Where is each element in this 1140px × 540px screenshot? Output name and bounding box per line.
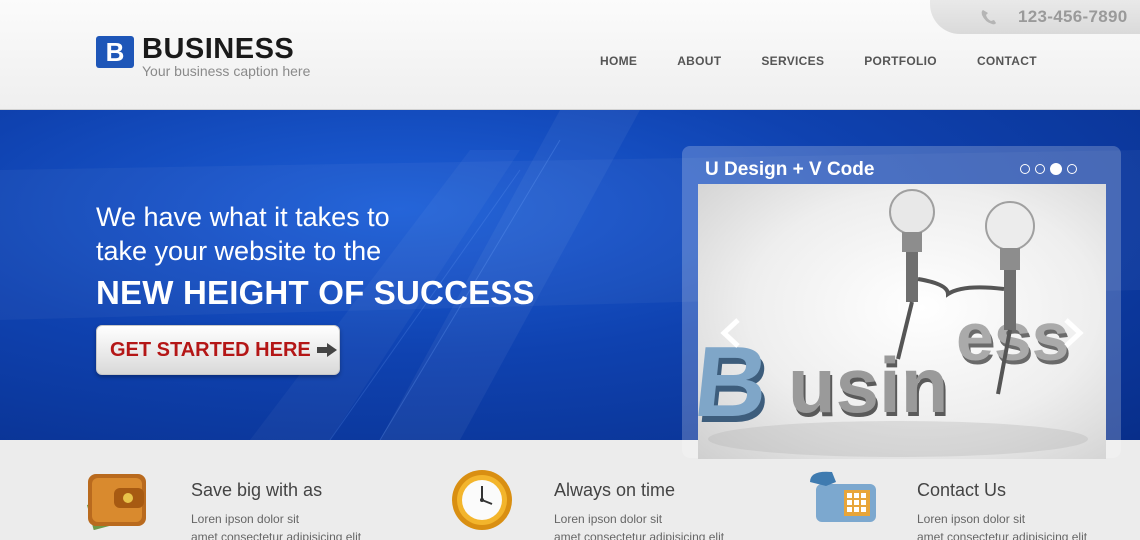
slider-dot-1[interactable] — [1020, 164, 1030, 174]
slider-pagination — [1015, 163, 1077, 175]
logo-mark: B — [96, 36, 134, 68]
business-lightbulb-illustration: B B usin usin ess ess — [698, 189, 1088, 457]
feature-save-line-2: amet consectetur adipisicing elit — [191, 530, 362, 540]
phone-icon — [981, 10, 996, 25]
image-slider: U Design + V Code B B usin usin ess ess — [682, 146, 1121, 459]
feature-save-title: Save big with as — [191, 480, 323, 500]
feature-save-line-1: Loren ipson dolor sit — [191, 512, 300, 526]
arrow-right-icon — [316, 343, 337, 357]
phone-number: 123-456-7890 — [1018, 7, 1128, 26]
nav-services[interactable]: SERVICES — [761, 54, 824, 68]
site-header: 123-456-7890 B BUSINESS Your business ca… — [0, 0, 1140, 110]
phone-tab: 123-456-7890 — [930, 0, 1140, 34]
feature-time-line-1: Loren ipson dolor sit — [554, 512, 663, 526]
slide-image: B B usin usin ess ess — [698, 184, 1106, 459]
get-started-label: GET STARTED HERE — [110, 338, 311, 361]
nav-portfolio[interactable]: PORTFOLIO — [864, 54, 937, 68]
hero-line-1: We have what it takes to — [96, 202, 390, 232]
slider-next-arrow-icon[interactable] — [1062, 318, 1084, 348]
slider-prev-arrow-icon[interactable] — [720, 318, 742, 348]
main-nav: HOME ABOUT SERVICES PORTFOLIO CONTACT — [600, 54, 1077, 68]
hero-line-2: take your website to the — [96, 236, 382, 266]
features-section: Save big with as Loren ipson dolor sit a… — [0, 440, 1140, 540]
feature-contact-title: Contact Us — [917, 480, 1007, 500]
wallet-icon — [86, 474, 146, 530]
hero-headline: NEW HEIGHT OF SUCCESS — [96, 274, 535, 311]
nav-about[interactable]: ABOUT — [677, 54, 721, 68]
get-started-button[interactable]: GET STARTED HERE — [96, 325, 340, 375]
nav-home[interactable]: HOME — [600, 54, 637, 68]
logo-title: BUSINESS — [142, 33, 295, 65]
svg-text:usin: usin — [788, 341, 948, 429]
feature-contact-line-2: amet consectetur adipisicing elit — [917, 530, 1088, 540]
slider-dot-4[interactable] — [1067, 164, 1077, 174]
hero-tagline: We have what it takes to take your websi… — [96, 200, 535, 312]
logo-caption: Your business caption here — [142, 63, 311, 79]
site-logo[interactable]: B BUSINESS Your business caption here — [96, 33, 311, 79]
slider-title: U Design + V Code — [705, 159, 875, 180]
slider-dot-2[interactable] — [1035, 164, 1045, 174]
nav-contact[interactable]: CONTACT — [977, 54, 1037, 68]
clock-icon — [452, 470, 512, 530]
feature-time-line-2: amet consectetur adipisicing elit — [554, 530, 725, 540]
feature-contact-line-1: Loren ipson dolor sit — [917, 512, 1026, 526]
slider-dot-3[interactable] — [1050, 163, 1062, 175]
telephone-icon — [810, 471, 876, 522]
feature-time-title: Always on time — [554, 480, 676, 500]
